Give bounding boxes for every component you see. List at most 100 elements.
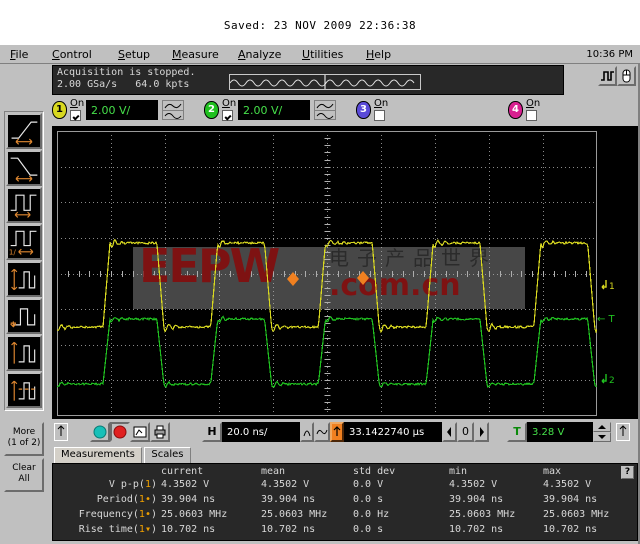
channel-4-checkbox[interactable] (526, 110, 537, 121)
waveform-display[interactable]: EEPW 电子产品世界 .com.cn 1 ← T 2 (52, 126, 638, 419)
column-header-current: current (161, 466, 204, 477)
channel-1-checkbox[interactable] (70, 110, 81, 121)
menu-mnemonic: U (302, 48, 311, 61)
menu-label: nalyze (245, 48, 282, 61)
channel-3-badge[interactable]: 3 (356, 101, 371, 119)
menu-item-control[interactable]: Control (52, 48, 92, 61)
oscilloscope-app: Saved: 23 NOV 2009 22:36:38 File Control S… (0, 0, 640, 544)
amplitude-measure-icon[interactable] (6, 298, 42, 334)
measurement-cell: 25.0603 MHz (161, 509, 228, 520)
help-button[interactable]: ? (621, 466, 634, 479)
acquisition-state-text: Acquisition is stopped. (57, 67, 196, 78)
menu-mnemonic: C (52, 48, 60, 61)
rise-time-measure-icon[interactable] (6, 113, 42, 149)
tab-measurements[interactable]: Measurements (54, 447, 142, 463)
sample-rate-text: 2.00 GSa/s 64.0 kpts (57, 79, 190, 90)
fall-time-measure-icon[interactable] (6, 150, 42, 186)
nav-next-button[interactable] (474, 422, 489, 442)
run-button[interactable] (90, 422, 110, 442)
channel-3-checkbox[interactable] (374, 110, 385, 121)
print-button[interactable] (150, 422, 170, 442)
measurement-label-period[interactable]: Period(1•) (53, 494, 157, 505)
nav-prev-button[interactable] (442, 422, 457, 442)
saved-timestamp: Saved: 23 NOV 2009 22:36:38 (223, 19, 417, 32)
measurements-table: current mean std dev min max V p-p(1) 4.3502 … (52, 463, 638, 541)
frequency-measure-icon[interactable]: 1/ (6, 224, 42, 260)
menu-label: ile (15, 48, 29, 61)
mouse-icon[interactable] (617, 66, 636, 86)
menu-mnemonic: S (118, 48, 125, 61)
channel-2-ground-marker[interactable]: 2 (597, 373, 615, 386)
timebase-field[interactable]: 20.0 ns/ (222, 422, 300, 442)
column-header-std-dev: std dev (353, 466, 396, 477)
saved-header: Saved: 23 NOV 2009 22:36:38 (0, 0, 640, 44)
delay-field[interactable]: 33.1422740 µs (344, 422, 456, 442)
menu-item-measure[interactable]: Measure (172, 48, 219, 61)
channel-1-ground-marker[interactable]: 1 (597, 279, 615, 292)
trigger-level-down[interactable] (593, 432, 611, 442)
clear-label: Clear (12, 463, 36, 473)
measurement-cell: 25.0603 MHz (261, 509, 328, 520)
menu-label: etup (124, 48, 151, 61)
channel-offset-button[interactable] (54, 423, 68, 441)
top-right-buttons (598, 66, 638, 88)
channel-1-scale-field[interactable]: 2.00 V/ (86, 100, 158, 120)
measurement-label-frequency[interactable]: Frequency(1•) (53, 509, 157, 520)
channel-1-on-label: On (70, 98, 85, 109)
tab-scales[interactable]: Scales (144, 447, 191, 463)
panel-tabs: Measurements Scales (52, 446, 638, 463)
nav-index-field[interactable]: 0 (457, 422, 474, 442)
measurement-cell: 0.0 s (353, 494, 384, 505)
channel-3-on-label: On (374, 98, 389, 109)
menu-item-analyze[interactable]: Analyze (238, 48, 281, 61)
trigger-level-up[interactable] (593, 422, 611, 432)
period-measure-icon[interactable] (6, 187, 42, 223)
trigger-level-marker[interactable]: ← T (597, 314, 615, 325)
channel-4-badge[interactable]: 4 (508, 101, 523, 119)
measurement-label-v-p-p[interactable]: V p-p(1) (53, 479, 157, 490)
channel-2-badge[interactable]: 2 (204, 101, 219, 119)
average-measure-icon[interactable] (6, 372, 42, 408)
menu-label: ontrol (59, 48, 92, 61)
peak-to-peak-measure-icon[interactable] (6, 261, 42, 297)
menu-item-file[interactable]: File (10, 48, 28, 61)
channel-1-coupling-button[interactable] (162, 100, 184, 120)
measurement-cell: 25.0603 MHz (449, 509, 516, 520)
measurement-cell: 0.0 Hz (353, 509, 390, 520)
trigger-offset-button[interactable] (616, 423, 630, 441)
menu-bar: File Control Setup Measure Analyze Utilities H… (0, 44, 640, 64)
trigger-button[interactable]: T (507, 422, 527, 442)
channel-4-on-label: On (526, 98, 541, 109)
horizontal-button[interactable]: H (202, 422, 222, 442)
square-wave-icon[interactable] (598, 66, 617, 86)
measurement-cell: 25.0603 MHz (543, 509, 610, 520)
more-label: More (12, 427, 36, 437)
measurement-cell: 39.904 ns (161, 494, 216, 505)
side-markers: 1 ← T 2 (595, 131, 635, 416)
timebase-zoom-icon[interactable] (314, 422, 330, 442)
more-button[interactable]: More (1 of 2) (4, 422, 44, 456)
single-acquire-button[interactable] (130, 422, 150, 442)
measurement-label-rise-time[interactable]: Rise time(1▾) (53, 524, 157, 535)
memory-overview-bar[interactable] (229, 74, 421, 90)
maximum-measure-icon[interactable] (6, 335, 42, 371)
delay-reference-icon[interactable] (330, 422, 344, 442)
menu-label: tilities (310, 48, 344, 61)
menu-item-help[interactable]: Help (366, 48, 391, 61)
clear-all-button[interactable]: Clear All (4, 458, 44, 492)
stop-button[interactable] (110, 422, 130, 442)
menu-item-utilities[interactable]: Utilities (302, 48, 343, 61)
menu-item-setup[interactable]: Setup (118, 48, 150, 61)
channel-1-badge[interactable]: 1 (52, 101, 67, 119)
trigger-level-stepper[interactable] (593, 422, 611, 442)
measurement-cell: 4.3502 V (543, 479, 592, 490)
channel-2-coupling-button[interactable] (314, 100, 336, 120)
channel-2-checkbox[interactable] (222, 110, 233, 121)
channel-2-scale-field[interactable]: 2.00 V/ (238, 100, 310, 120)
trigger-level-field[interactable]: 3.28 V (527, 422, 593, 442)
measurement-cell: 4.3502 V (161, 479, 210, 490)
svg-text:1/: 1/ (9, 247, 17, 256)
timebase-fine-icon[interactable] (300, 422, 314, 442)
measurement-cell: 4.3502 V (261, 479, 310, 490)
menu-label: elp (374, 48, 392, 61)
